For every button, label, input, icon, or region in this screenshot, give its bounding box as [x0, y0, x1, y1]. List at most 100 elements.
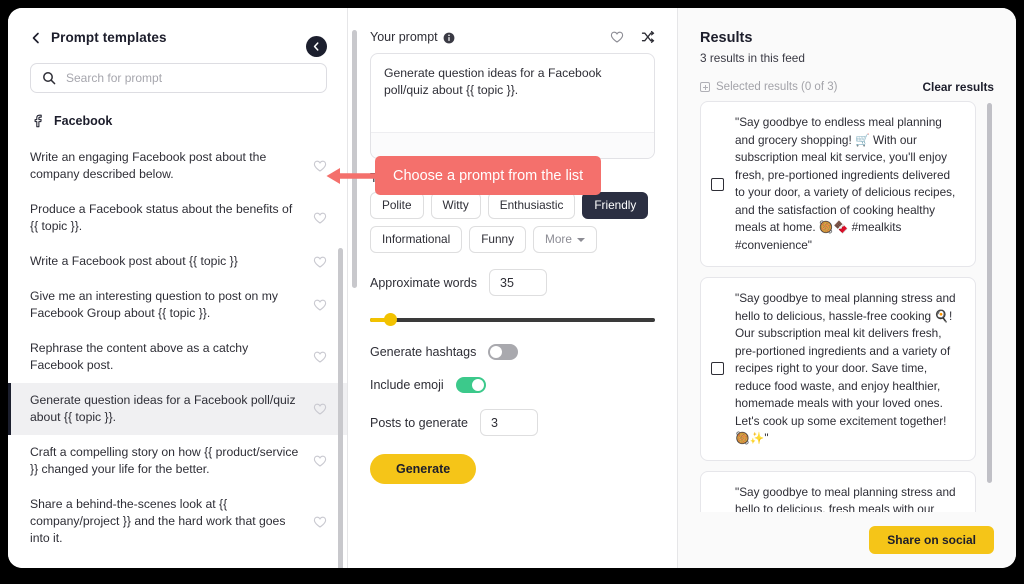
prompt-item-label: Write an engaging Facebook post about th…	[30, 150, 267, 181]
heart-icon[interactable]	[313, 515, 327, 529]
prompt-editor-panel: Your prompt Generate question ideas for …	[348, 8, 678, 568]
more-label: More	[545, 232, 572, 246]
prompt-item-label: Generate question ideas for a Facebook p…	[30, 393, 296, 424]
section-label: Facebook	[54, 113, 113, 128]
clear-results-button[interactable]: Clear results	[923, 80, 994, 94]
approximate-words-row: Approximate words	[370, 269, 655, 296]
posts-to-generate-label: Posts to generate	[370, 415, 468, 430]
tone-chip-funny[interactable]: Funny	[469, 226, 526, 253]
results-panel: Results 3 results in this feed Selected …	[678, 8, 1016, 568]
tone-chip-witty[interactable]: Witty	[430, 192, 481, 219]
result-checkbox[interactable]	[711, 362, 724, 376]
results-title: Results	[700, 30, 753, 46]
prompt-item-label: Give me an interesting question to post …	[30, 289, 278, 320]
generate-hashtags-toggle[interactable]	[488, 344, 519, 360]
posts-to-generate-row: Posts to generate	[370, 409, 655, 436]
list-item[interactable]: Share a behind-the-scenes look at {{ com…	[8, 487, 347, 556]
results-toolbar: Selected results (0 of 3) Clear results	[700, 80, 994, 94]
heart-icon[interactable]	[313, 255, 327, 269]
chevron-down-icon	[576, 237, 585, 242]
heart-icon[interactable]	[313, 211, 327, 225]
list-item-selected[interactable]: Generate question ideas for a Facebook p…	[8, 383, 347, 435]
prompt-templates-header: Prompt templates	[8, 8, 347, 53]
approximate-words-label: Approximate words	[370, 275, 477, 290]
results-scrollbar[interactable]	[987, 103, 992, 483]
list-item[interactable]: Write an engaging Facebook post about th…	[8, 140, 347, 192]
list-item[interactable]: Create a Facebook post that highlights t…	[8, 556, 347, 568]
list-item[interactable]: Write a Facebook post about {{ topic }}	[8, 244, 347, 279]
result-card[interactable]: "Say goodbye to meal planning stress and…	[700, 277, 976, 461]
generate-button[interactable]: Generate	[370, 454, 477, 484]
search-container	[8, 53, 347, 97]
prompt-item-label: Share a behind-the-scenes look at {{ com…	[30, 497, 286, 545]
list-item[interactable]: Give me an interesting question to post …	[8, 279, 347, 331]
tone-chip-informational[interactable]: Informational	[370, 226, 463, 253]
list-item[interactable]: Produce a Facebook status about the bene…	[8, 192, 347, 244]
results-list: "Say goodbye to endless meal planning an…	[700, 101, 994, 512]
prompt-item-label: Create a Facebook post that highlights t…	[30, 565, 313, 568]
prompt-item-label: Rephrase the content above as a catchy F…	[30, 341, 249, 372]
approximate-words-slider[interactable]	[370, 313, 655, 327]
results-subtitle: 3 results in this feed	[700, 51, 805, 65]
callout-arrow-icon	[326, 167, 378, 185]
prompt-list-scrollbar[interactable]	[338, 248, 343, 568]
heart-icon[interactable]	[313, 402, 327, 416]
search-input[interactable]	[66, 71, 326, 85]
app-window: Prompt templates Facebook Write an engag…	[8, 8, 1016, 568]
facebook-icon	[30, 113, 45, 128]
heart-icon[interactable]	[610, 30, 624, 44]
list-item[interactable]: Craft a compelling story on how {{ produ…	[8, 435, 347, 487]
prompt-value: Generate question ideas for a Facebook p…	[384, 66, 602, 97]
heart-icon[interactable]	[313, 298, 327, 312]
prompt-list: Write an engaging Facebook post about th…	[8, 136, 347, 568]
include-emoji-row: Include emoji	[370, 377, 655, 393]
slider-thumb[interactable]	[384, 313, 397, 326]
shuffle-icon[interactable]	[641, 30, 655, 44]
your-prompt-label: Your prompt	[370, 30, 438, 44]
heart-icon[interactable]	[313, 159, 327, 173]
result-card[interactable]: "Say goodbye to endless meal planning an…	[700, 101, 976, 267]
heart-icon[interactable]	[313, 350, 327, 364]
info-icon[interactable]	[443, 31, 455, 44]
tone-chip-group: Polite Witty Enthusiastic Friendly Infor…	[370, 192, 655, 253]
prompt-item-label: Produce a Facebook status about the bene…	[30, 202, 293, 233]
editor-scrollbar[interactable]	[352, 30, 357, 288]
section-header-facebook: Facebook	[8, 97, 347, 136]
generate-hashtags-row: Generate hashtags	[370, 344, 655, 360]
expand-plus-icon[interactable]	[700, 82, 710, 92]
result-text: "Say goodbye to meal planning stress and…	[735, 291, 956, 445]
search-icon	[42, 71, 56, 85]
tone-chip-more[interactable]: More	[533, 226, 597, 253]
list-item[interactable]: Rephrase the content above as a catchy F…	[8, 331, 347, 383]
result-card[interactable]: "Say goodbye to meal planning stress and…	[700, 470, 976, 513]
include-emoji-toggle[interactable]	[455, 377, 486, 393]
toggle-knob	[490, 346, 503, 358]
approximate-words-input[interactable]	[489, 269, 547, 296]
prompt-templates-panel: Prompt templates Facebook Write an engag…	[8, 8, 348, 568]
generate-hashtags-label: Generate hashtags	[370, 345, 477, 359]
search-box[interactable]	[30, 63, 327, 93]
tone-chip-enthusiastic[interactable]: Enthusiastic	[487, 192, 576, 219]
result-checkbox[interactable]	[711, 177, 724, 191]
callout-tooltip: Choose a prompt from the list	[375, 156, 602, 195]
prompt-card-footer	[371, 132, 654, 158]
callout-text: Choose a prompt from the list	[393, 167, 584, 184]
selected-results-label: Selected results (0 of 3)	[716, 81, 838, 93]
your-prompt-header: Your prompt	[370, 30, 655, 44]
share-on-social-button[interactable]: Share on social	[869, 526, 994, 554]
collapse-left-icon[interactable]	[306, 36, 327, 57]
result-text: "Say goodbye to endless meal planning an…	[735, 115, 956, 252]
prompt-textarea-card[interactable]: Generate question ideas for a Facebook p…	[370, 53, 655, 159]
toggle-knob	[471, 379, 484, 391]
result-text: "Say goodbye to meal planning stress and…	[735, 484, 956, 513]
heart-icon[interactable]	[313, 454, 327, 468]
share-bar: Share on social	[700, 512, 994, 568]
include-emoji-label: Include emoji	[370, 378, 444, 392]
prompt-item-label: Write a Facebook post about {{ topic }}	[30, 254, 238, 268]
tone-chip-polite[interactable]: Polite	[370, 192, 424, 219]
prompt-item-label: Craft a compelling story on how {{ produ…	[30, 445, 299, 476]
page-title: Prompt templates	[51, 30, 167, 45]
chevron-left-icon[interactable]	[30, 32, 42, 44]
posts-to-generate-input[interactable]	[479, 409, 538, 436]
tone-chip-friendly[interactable]: Friendly	[582, 192, 649, 219]
